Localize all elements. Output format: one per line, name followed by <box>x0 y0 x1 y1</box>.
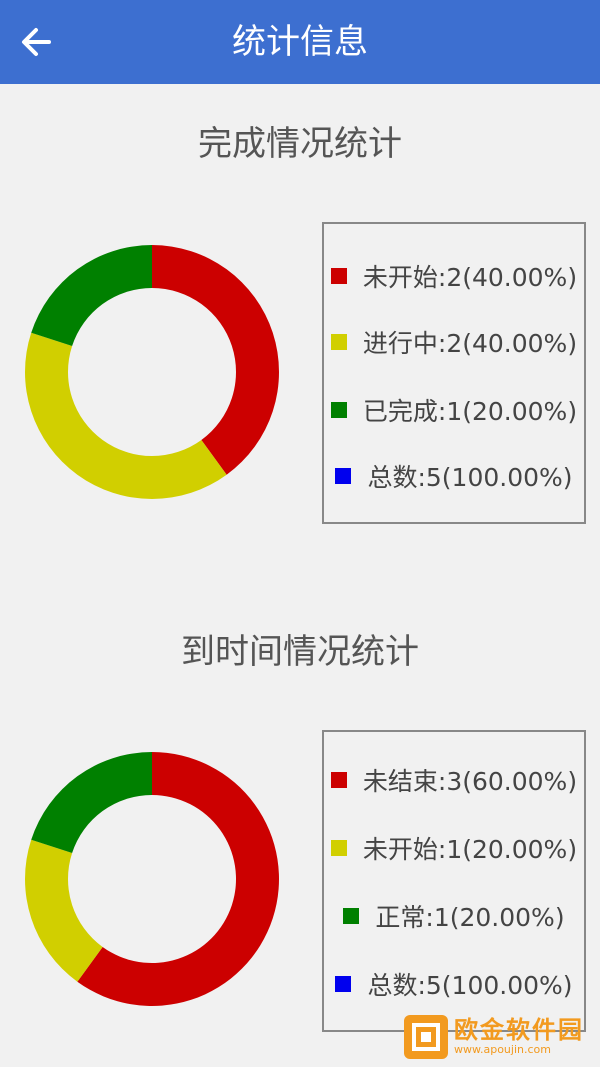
completion-legend: 未开始:2(40.00%) 进行中:2(40.00%) 已完成:1(20.00%… <box>322 222 586 524</box>
legend-item: 总数:5(100.00%) <box>324 456 584 496</box>
legend-item: 未结束:3(60.00%) <box>324 760 584 800</box>
donut-slice-未开始 <box>25 839 103 982</box>
legend-label: 进行中:2(40.00%) <box>362 329 578 358</box>
legend-label: 未开始:1(20.00%) <box>362 835 578 864</box>
watermark-url: www.apoujin.com <box>454 1043 551 1056</box>
section-title-completion: 完成情况统计 <box>198 124 402 164</box>
deadline-donut-chart <box>25 752 280 1006</box>
legend-item: 正常:1(20.00%) <box>324 896 584 936</box>
legend-swatch-blue <box>335 976 352 992</box>
legend-item: 进行中:2(40.00%) <box>324 322 584 362</box>
legend-label: 总数:5(100.00%) <box>367 971 573 1000</box>
completion-donut-chart <box>24 245 279 499</box>
legend-item: 未开始:1(20.00%) <box>324 828 584 868</box>
section-title-deadline: 到时间情况统计 <box>181 632 419 672</box>
legend-label: 总数:5(100.00%) <box>367 463 573 492</box>
legend-label: 未开始:2(40.00%) <box>362 263 578 292</box>
watermark: 欧金软件园 www.apoujin.com <box>404 1013 594 1061</box>
legend-swatch-red <box>330 772 347 788</box>
legend-swatch-red <box>330 268 347 284</box>
legend-item: 未开始:2(40.00%) <box>324 256 584 296</box>
donut-slice-已完成 <box>31 245 153 347</box>
watermark-logo <box>404 1015 448 1059</box>
legend-item: 总数:5(100.00%) <box>324 964 584 1004</box>
legend-swatch-blue <box>335 468 352 484</box>
donut-slice-进行中 <box>24 332 227 499</box>
legend-swatch-yellow <box>330 334 347 350</box>
legend-label: 正常:1(20.00%) <box>375 903 565 932</box>
deadline-legend: 未结束:3(60.00%) 未开始:1(20.00%) 正常:1(20.00%)… <box>322 730 586 1032</box>
donut-slice-未开始 <box>152 245 279 475</box>
donut-slice-正常 <box>31 752 153 854</box>
legend-swatch-green <box>330 402 347 418</box>
legend-item: 已完成:1(20.00%) <box>324 390 584 430</box>
page-title: 统计信息 <box>232 22 368 62</box>
legend-swatch-green <box>343 908 360 924</box>
legend-label: 已完成:1(20.00%) <box>362 397 578 426</box>
watermark-name: 欧金软件园 <box>454 1016 584 1044</box>
app-bar: 统计信息 <box>0 0 600 84</box>
legend-label: 未结束:3(60.00%) <box>362 767 578 796</box>
legend-swatch-yellow <box>330 840 347 856</box>
logo-icon <box>412 1023 440 1051</box>
